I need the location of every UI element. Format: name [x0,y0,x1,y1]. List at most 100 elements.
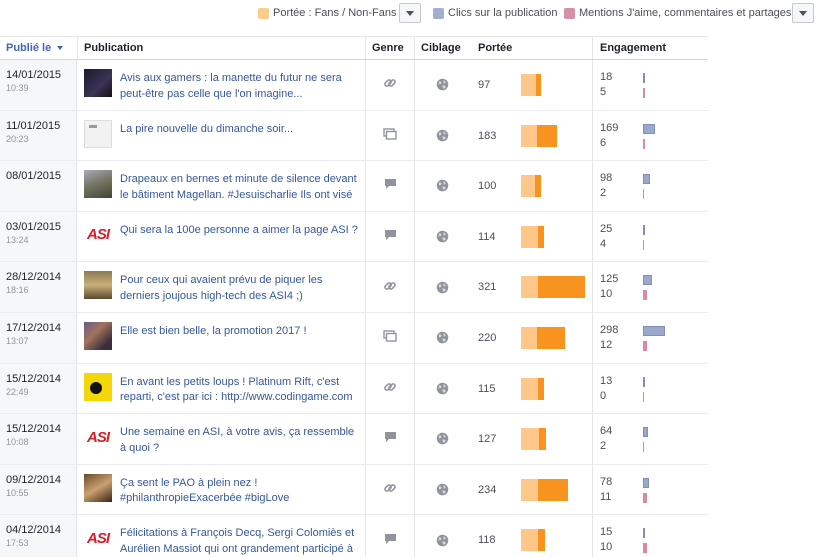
reach-bar[interactable] [521,225,544,248]
post-date: 03/01/2015 [6,220,62,233]
table-row[interactable]: 15/12/2014 10:08 ASI Une semaine en ASI,… [0,414,708,465]
post-text-link[interactable]: Pour ceux qui avaient prévu de piquer le… [120,273,360,304]
legend-swatch-clicks [433,7,444,19]
targeting-cell [415,465,470,515]
reach-bar-nonfans [537,326,565,349]
table-row[interactable]: 04/12/2014 17:53 ASI Félicitations à Fra… [0,515,708,557]
reactions-value: 6 [600,136,607,149]
chevron-down-icon [406,10,414,16]
reach-bar[interactable] [521,276,585,299]
table-row[interactable]: 03/01/2015 13:24 ASI Qui sera la 100e pe… [0,211,708,263]
reach-bar-nonfans [538,276,585,299]
post-text-link[interactable]: Ça sent le PAO à plein nez ! #philanthro… [120,476,360,507]
post-text-link[interactable]: Une semaine en ASI, à votre avis, ça res… [120,425,360,456]
column-divider [592,515,593,557]
status-icon [384,431,397,446]
table-row[interactable]: 28/12/2014 18:16 Pour ceux qui avaient p… [0,262,708,313]
post-thumbnail[interactable] [84,69,112,97]
reach-bar-nonfans [535,175,541,198]
engagement-values: 298 12 [600,323,618,353]
reach-bar[interactable] [521,478,568,501]
reach-bar[interactable] [521,74,541,96]
column-header-targeting[interactable]: Ciblage [421,37,461,60]
column-divider [592,464,593,515]
reach-bar-fans [521,74,536,96]
post-thumbnail[interactable] [84,372,112,401]
clicks-value: 15 [600,526,613,539]
asi-logo: ASI [86,428,110,446]
post-text-link[interactable]: Drapeaux en bernes et minute de silence … [120,172,360,203]
table-row[interactable]: 08/01/2015 Drapeaux en bernes et minute … [0,161,708,212]
status-icon [384,178,397,193]
reach-value: 118 [478,534,496,547]
globe-icon [436,281,449,293]
date-cell: 28/12/2014 18:16 [0,262,77,312]
engagement-values: 169 6 [600,121,618,151]
table-body: 14/01/2015 10:39 Avis aux gamers : la ma… [0,60,708,557]
engagement-values: 25 4 [600,222,612,252]
post-text-link[interactable]: La pire nouvelle du dimanche soir... [120,122,360,138]
reach-bar[interactable] [521,175,541,198]
table-row[interactable]: 15/12/2014 22:49 En avant les petits lou… [0,363,708,415]
post-text-link[interactable]: En avant les petits loups ! Platinum Rif… [120,375,360,406]
date-cell: 15/12/2014 10:08 [0,414,77,464]
post-thumbnail[interactable] [84,119,112,148]
post-time: 20:23 [6,133,29,144]
post-thumbnail[interactable] [84,321,112,350]
reach-bar-fans [521,225,538,248]
reach-bar[interactable] [521,326,565,349]
table-row[interactable]: 14/01/2015 10:39 Avis aux gamers : la ma… [0,60,708,111]
clicks-value: 64 [600,425,613,438]
reach-bar[interactable] [521,124,557,147]
clicks-bar [643,275,652,286]
globe-icon [436,483,449,496]
reach-bar-nonfans [538,478,568,501]
date-cell: 17/12/2014 13:07 [0,312,77,363]
date-cell: 14/01/2015 10:39 [0,60,77,110]
type-cell [366,414,414,464]
column-divider [592,110,593,161]
post-time: 13:07 [6,335,29,346]
post-thumbnail[interactable] [84,473,112,502]
post-text-link[interactable]: Elle est bien belle, la promotion 2017 ! [120,324,360,340]
clicks-bar [643,123,655,134]
reach-value: 127 [478,433,497,446]
post-time: 10:55 [6,487,29,498]
type-cell [366,161,414,211]
post-thumbnail[interactable] [84,170,112,199]
post-thumbnail[interactable]: ASI [84,220,112,249]
reach-bar[interactable] [521,428,546,451]
reach-value: 183 [478,129,497,142]
engagement-dropdown-button[interactable] [792,3,814,23]
table-row[interactable]: 17/12/2014 13:07 Elle est bien belle, la… [0,312,708,364]
post-thumbnail[interactable] [84,271,112,300]
reach-bar-fans [521,529,538,552]
post-text-link[interactable]: Qui sera la 100e personne a aimer la pag… [120,223,360,239]
reach-bar[interactable] [521,377,544,400]
column-header-engagement[interactable]: Engagement [600,37,666,60]
column-divider [365,37,366,59]
table-row[interactable]: 11/01/2015 20:23 La pire nouvelle du dim… [0,110,708,162]
reach-dropdown-button[interactable] [399,3,421,23]
post-thumbnail[interactable]: ASI [84,423,112,452]
reactions-value: 11 [600,490,612,503]
reach-value: 321 [478,281,497,294]
column-header-reach[interactable]: Portée [478,37,512,60]
globe-icon [436,332,449,344]
legend-swatch-engagement [564,7,575,19]
table-row[interactable]: 09/12/2014 10:55 Ça sent le PAO à plein … [0,464,708,516]
reach-bar[interactable] [521,529,545,552]
column-header-published[interactable]: Publié le [6,37,64,60]
post-text-link[interactable]: Avis aux gamers : la manette du futur ne… [120,71,360,102]
legend-item-engagement: Mentions J'aime, commentaires et partage… [564,6,791,20]
clicks-bar [643,376,645,387]
asi-logo: ASI [86,226,110,244]
column-header-type[interactable]: Genre [372,37,404,60]
post-text-link[interactable]: Félicitations à François Decq, Sergi Col… [120,526,360,557]
post-thumbnail[interactable]: ASI [84,524,112,553]
legend-label-reach: Portée : Fans / Non-Fans [273,7,397,19]
reactions-value: 2 [600,440,607,453]
column-header-publication[interactable]: Publication [84,37,143,60]
reach-bar-nonfans [538,377,544,400]
post-date: 17/12/2014 [6,321,62,334]
